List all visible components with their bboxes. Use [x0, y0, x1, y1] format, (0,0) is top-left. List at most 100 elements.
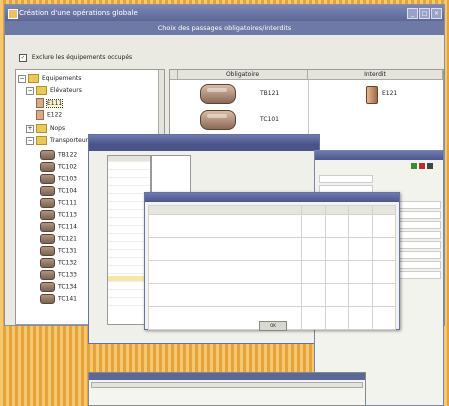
- conveyor-icon: [40, 282, 55, 292]
- window-titlebar[interactable]: Création d'une opérations globale _ □ ×: [5, 5, 444, 21]
- obligatoire-item[interactable]: TC101: [260, 116, 279, 123]
- list-header: [108, 156, 150, 162]
- collapse-icon[interactable]: −: [26, 86, 34, 95]
- column-header-interdit[interactable]: Interdit: [308, 70, 443, 80]
- tree-item-transporteur[interactable]: TC113: [40, 210, 77, 220]
- table-row[interactable]: [148, 214, 396, 238]
- table-header-cell: [348, 205, 373, 215]
- elevator-icon: [36, 98, 44, 108]
- table-header-cell: [148, 205, 302, 215]
- routes-dialog: OK: [144, 192, 400, 331]
- tree-item-transporteur[interactable]: TC111: [40, 198, 77, 208]
- table-row[interactable]: [148, 237, 396, 261]
- secondary-window-titlebar[interactable]: [89, 135, 319, 144]
- form-field[interactable]: [399, 221, 441, 229]
- folder-icon: [36, 136, 47, 145]
- obligatoire-item[interactable]: TB121: [260, 90, 279, 97]
- tertiary-window-titlebar[interactable]: [315, 151, 443, 160]
- table-row[interactable]: [148, 260, 396, 284]
- table-cell: [324, 260, 349, 284]
- toolbar-green-icon[interactable]: [411, 163, 417, 169]
- table-row[interactable]: [148, 283, 396, 307]
- header-banner: Choix des passages obligatoires/interdit…: [5, 21, 444, 35]
- table-cell: [348, 260, 373, 284]
- table-cell: [371, 260, 396, 284]
- form-field[interactable]: [399, 231, 441, 239]
- close-button[interactable]: ×: [431, 8, 442, 19]
- collapse-icon[interactable]: −: [18, 74, 26, 83]
- toolbar-red-icon[interactable]: [419, 163, 425, 169]
- table-cell: [348, 237, 373, 261]
- conveyor-icon: [40, 210, 55, 220]
- table-cell: [371, 306, 396, 330]
- tree-item-transporteur[interactable]: TC134: [40, 282, 77, 292]
- app-icon: [8, 9, 18, 19]
- table-cell: [324, 237, 349, 261]
- table-header-cell: [371, 205, 396, 215]
- list-item[interactable]: [108, 172, 150, 178]
- table-cell: [148, 283, 302, 307]
- table-cell: [301, 306, 326, 330]
- table-cell: [148, 214, 302, 238]
- conveyor-icon: [40, 258, 55, 268]
- form-field[interactable]: [399, 241, 441, 249]
- tree-node-elevateurs[interactable]: − Elévateurs: [26, 86, 82, 96]
- tree-item-e122[interactable]: E122: [36, 110, 62, 120]
- ok-button[interactable]: OK: [259, 321, 287, 331]
- interdit-item[interactable]: E121: [382, 90, 397, 97]
- tree-item-transporteur[interactable]: TB122: [40, 150, 77, 160]
- list-item[interactable]: [108, 164, 150, 170]
- conveyor-icon: [40, 222, 55, 232]
- tree-root[interactable]: − Equipements: [18, 74, 81, 84]
- elevator-icon: [36, 110, 44, 120]
- list-item[interactable]: [108, 180, 150, 186]
- folder-icon: [36, 86, 47, 95]
- tree-node-transporteurs[interactable]: − Transporteurs: [26, 136, 91, 146]
- tree-node-nops[interactable]: + Nops: [26, 124, 65, 134]
- form-field[interactable]: [399, 201, 441, 209]
- tree-item-transporteur[interactable]: TC121: [40, 234, 77, 244]
- tree-item-transporteur[interactable]: TC102: [40, 162, 77, 172]
- toolbar-dark-icon[interactable]: [427, 163, 433, 169]
- exclude-row[interactable]: ✓ Exclure les équipements occupés: [19, 53, 132, 63]
- conveyor-icon[interactable]: [200, 84, 236, 104]
- tree-item-transporteur[interactable]: TC133: [40, 270, 77, 280]
- table-cell: [371, 237, 396, 261]
- window-title: Création d'une opérations globale: [19, 9, 138, 17]
- conveyor-icon: [40, 162, 55, 172]
- tree-item-transporteur[interactable]: TC131: [40, 246, 77, 256]
- elevator-icon[interactable]: [366, 86, 378, 104]
- conveyor-icon: [40, 246, 55, 256]
- table-cell: [301, 214, 326, 238]
- tree-item-transporteur[interactable]: TC141: [40, 294, 77, 304]
- form-field[interactable]: [319, 175, 373, 183]
- bottom-panel-titlebar[interactable]: [89, 373, 365, 380]
- tree-item-e111[interactable]: E111: [36, 98, 64, 108]
- folder-icon: [28, 74, 39, 83]
- collapse-icon[interactable]: −: [26, 136, 34, 145]
- tree-item-transporteur[interactable]: TC104: [40, 186, 77, 196]
- tree-item-transporteur[interactable]: TC114: [40, 222, 77, 232]
- form-field[interactable]: [399, 271, 441, 279]
- exclude-label: Exclure les équipements occupés: [31, 54, 133, 61]
- maximize-button[interactable]: □: [419, 8, 430, 19]
- tree-item-transporteur[interactable]: TC103: [40, 174, 77, 184]
- table-cell: [324, 214, 349, 238]
- form-field[interactable]: [399, 211, 441, 219]
- table-cell: [324, 306, 349, 330]
- routes-dialog-titlebar[interactable]: [145, 193, 399, 202]
- routes-table[interactable]: [148, 205, 396, 330]
- exclude-checkbox[interactable]: ✓: [19, 53, 27, 62]
- form-field[interactable]: [399, 261, 441, 269]
- column-header-obligatoire[interactable]: Obligatoire: [178, 70, 308, 80]
- conveyor-icon: [40, 186, 55, 196]
- tree-item-transporteur[interactable]: TC132: [40, 258, 77, 268]
- folder-icon: [36, 124, 47, 133]
- minimize-button[interactable]: _: [407, 8, 418, 19]
- bottom-panel: [88, 372, 366, 406]
- conveyor-icon[interactable]: [200, 110, 236, 130]
- form-field[interactable]: [399, 251, 441, 259]
- conveyor-icon: [40, 294, 55, 304]
- expand-icon[interactable]: +: [26, 124, 34, 133]
- table-cell: [148, 260, 302, 284]
